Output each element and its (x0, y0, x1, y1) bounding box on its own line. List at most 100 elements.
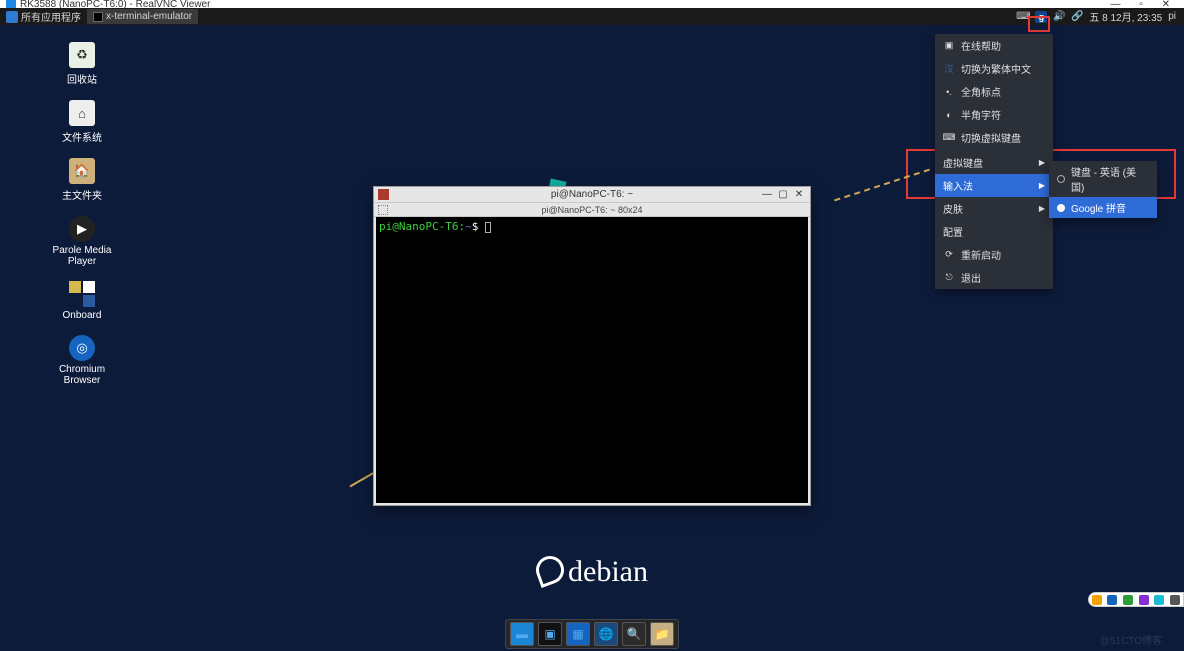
halfchar-icon: ◐ (943, 109, 955, 121)
fcitx-item-online-help[interactable]: ▣ 在线帮助 (935, 34, 1053, 57)
keyboard-icon: ⌨ (943, 132, 955, 144)
tray-dot-icon (1154, 595, 1164, 605)
fcitx-item-label: 配置 (943, 224, 963, 239)
terminal-body[interactable]: pi@NanoPC-T6:~$ (376, 217, 808, 503)
dock-item-terminal[interactable]: ▣ (538, 622, 562, 646)
fcitx-item-label: 退出 (961, 270, 981, 285)
desktop-icon-label: Onboard (63, 310, 102, 321)
folder-home-icon: 🏠 (69, 158, 95, 184)
trash-icon: ♻ (69, 42, 95, 68)
fcitx-item-switch-traditional[interactable]: 汉切换为繁体中文 (935, 57, 1053, 80)
fcitx-item-exit[interactable]: ⎋ 退出 (935, 266, 1053, 289)
tray-dot-icon (1170, 595, 1180, 605)
media-player-icon: ▶ (69, 216, 95, 242)
debian-logo: debian (536, 555, 648, 589)
fcitx-option-google-pinyin[interactable]: Google 拼音 (1049, 197, 1157, 218)
fcitx-item-config[interactable]: 配置 (935, 220, 1053, 243)
terminal-maximize-button[interactable]: ▢ (778, 189, 788, 200)
panel-user[interactable]: pi (1168, 11, 1176, 22)
desktop-icon-label: 回收站 (67, 71, 97, 86)
tray-dot-icon (1123, 595, 1133, 605)
onboard-icon (69, 281, 95, 307)
terminal-app-icon (378, 189, 389, 200)
terminal-title: pi@NanoPC-T6: ~ (551, 189, 633, 200)
fcitx-context-menu: ▣ 在线帮助 汉切换为繁体中文 •.全角标点 ◐ 半角字符 ⌨ 切换虚拟键盘 虚拟键盘… (935, 34, 1053, 289)
terminal-tabbar: pi@NanoPC-T6: ~ 80x24 (374, 203, 810, 217)
restart-icon: ⟳ (943, 249, 955, 261)
terminal-minimize-button[interactable]: — (762, 189, 772, 200)
punctuation-icon: •. (943, 86, 955, 98)
desktop-icon-trash[interactable]: ♻ 回收站 (43, 42, 121, 86)
fcitx-item-label: 在线帮助 (961, 38, 1001, 53)
desktop-icon-label: Chromium Browser (43, 364, 121, 386)
fcitx-item-label: 半角字符 (961, 107, 1001, 122)
radio-icon (1057, 175, 1065, 183)
fcitx-item-restart[interactable]: ⟳ 重新启动 (935, 243, 1053, 266)
fcitx-item-virtual-keyboard[interactable]: 虚拟键盘 ▶ (935, 151, 1053, 174)
fcitx-item-label: 切换虚拟键盘 (961, 130, 1021, 145)
taskbar-item-terminal[interactable]: x-terminal-emulator (87, 9, 198, 24)
dock-item-show-desktop[interactable]: ▬ (510, 622, 534, 646)
drive-icon: ⌂ (69, 100, 95, 126)
fcitx-option-keyboard-en-us[interactable]: 键盘 - 英语 (美国) (1049, 161, 1157, 197)
fcitx-item-label: 虚拟键盘 (943, 155, 983, 170)
desktop-icon-label: 主文件夹 (62, 187, 102, 202)
applications-menu-label: 所有应用程序 (21, 9, 81, 24)
xfce-panel: 所有应用程序 x-terminal-emulator ⌨ g 🔊 🔗 五 8 1… (0, 8, 1184, 25)
han-icon: 汉 (943, 63, 955, 75)
help-icon: ▣ (943, 40, 955, 52)
terminal-icon (93, 12, 103, 22)
fcitx-item-label: 重新启动 (961, 247, 1001, 262)
fcitx-item-label: 皮肤 (943, 201, 963, 216)
host-window-titlebar: RK3588 (NanoPC-T6:0) - RealVNC Viewer — … (0, 0, 1184, 8)
chevron-right-icon: ▶ (1039, 158, 1045, 167)
dock-item-web-browser[interactable]: 🌐 (594, 622, 618, 646)
terminal-tab-indicator-icon[interactable] (378, 205, 388, 215)
terminal-close-button[interactable]: ✕ (794, 189, 804, 200)
xfce-dock: ▬ ▣ ▦ 🌐 🔍 📁 (505, 619, 679, 649)
fcitx-item-input-method[interactable]: 输入法 ▶ (935, 174, 1053, 197)
taskbar-item-label: x-terminal-emulator (106, 11, 192, 22)
chromium-icon: ◎ (69, 335, 95, 361)
exit-icon: ⎋ (943, 272, 955, 284)
tray-dot-icon (1092, 595, 1102, 605)
dock-item-search[interactable]: 🔍 (622, 622, 646, 646)
terminal-titlebar[interactable]: pi@NanoPC-T6: ~ — ▢ ✕ (374, 187, 810, 203)
terminal-tab-title: pi@NanoPC-T6: ~ 80x24 (542, 205, 643, 215)
fcitx-item-half-char[interactable]: ◐ 半角字符 (935, 103, 1053, 126)
fcitx-item-toggle-vkeyboard[interactable]: ⌨ 切换虚拟键盘 (935, 126, 1053, 149)
desktop-icon-label: Parole Media Player (43, 245, 121, 267)
terminal-prompt-path: ~ (465, 220, 472, 233)
annotation-highlight-box (1028, 16, 1050, 32)
apps-grid-icon (6, 11, 18, 23)
dock-item-files[interactable]: ▦ (566, 622, 590, 646)
desktop-icon-filesystem[interactable]: ⌂ 文件系统 (43, 100, 121, 144)
fcitx-option-label: Google 拼音 (1071, 200, 1126, 215)
desktop-icon-home[interactable]: 🏠 主文件夹 (43, 158, 121, 202)
fcitx-option-label: 键盘 - 英语 (美国) (1071, 164, 1149, 194)
terminal-cursor (485, 222, 491, 233)
fcitx-item-label: 切换为繁体中文 (961, 61, 1031, 76)
watermark-text: @51CTO博客 (1100, 632, 1162, 647)
network-icon[interactable]: 🔗 (1071, 11, 1083, 23)
desktop-icon-chromium[interactable]: ◎ Chromium Browser (43, 335, 121, 386)
applications-menu-button[interactable]: 所有应用程序 (0, 8, 87, 25)
desktop-icons: ♻ 回收站 ⌂ 文件系统 🏠 主文件夹 ▶ Parole Media Player On… (42, 42, 122, 386)
chevron-right-icon: ▶ (1039, 181, 1045, 190)
tray-dot-icon (1107, 595, 1117, 605)
dock-item-folder[interactable]: 📁 (650, 622, 674, 646)
chevron-right-icon: ▶ (1039, 204, 1045, 213)
tray-dot-icon (1139, 595, 1149, 605)
remote-desktop: 所有应用程序 x-terminal-emulator ⌨ g 🔊 🔗 五 8 1… (0, 8, 1184, 651)
panel-clock[interactable]: 五 8 12月, 23:35 (1089, 9, 1162, 24)
volume-icon[interactable]: 🔊 (1053, 11, 1065, 23)
external-tool-tray[interactable] (1088, 592, 1184, 607)
fcitx-item-skin[interactable]: 皮肤 ▶ (935, 197, 1053, 220)
fcitx-submenu-input-method: 键盘 - 英语 (美国) Google 拼音 (1049, 161, 1157, 218)
terminal-window[interactable]: pi@NanoPC-T6: ~ — ▢ ✕ pi@NanoPC-T6: ~ 80… (373, 186, 811, 506)
desktop-icon-parole[interactable]: ▶ Parole Media Player (43, 216, 121, 267)
desktop-icon-label: 文件系统 (62, 129, 102, 144)
fcitx-item-label: 输入法 (943, 178, 973, 193)
fcitx-item-full-punctuation[interactable]: •.全角标点 (935, 80, 1053, 103)
desktop-icon-onboard[interactable]: Onboard (43, 281, 121, 321)
